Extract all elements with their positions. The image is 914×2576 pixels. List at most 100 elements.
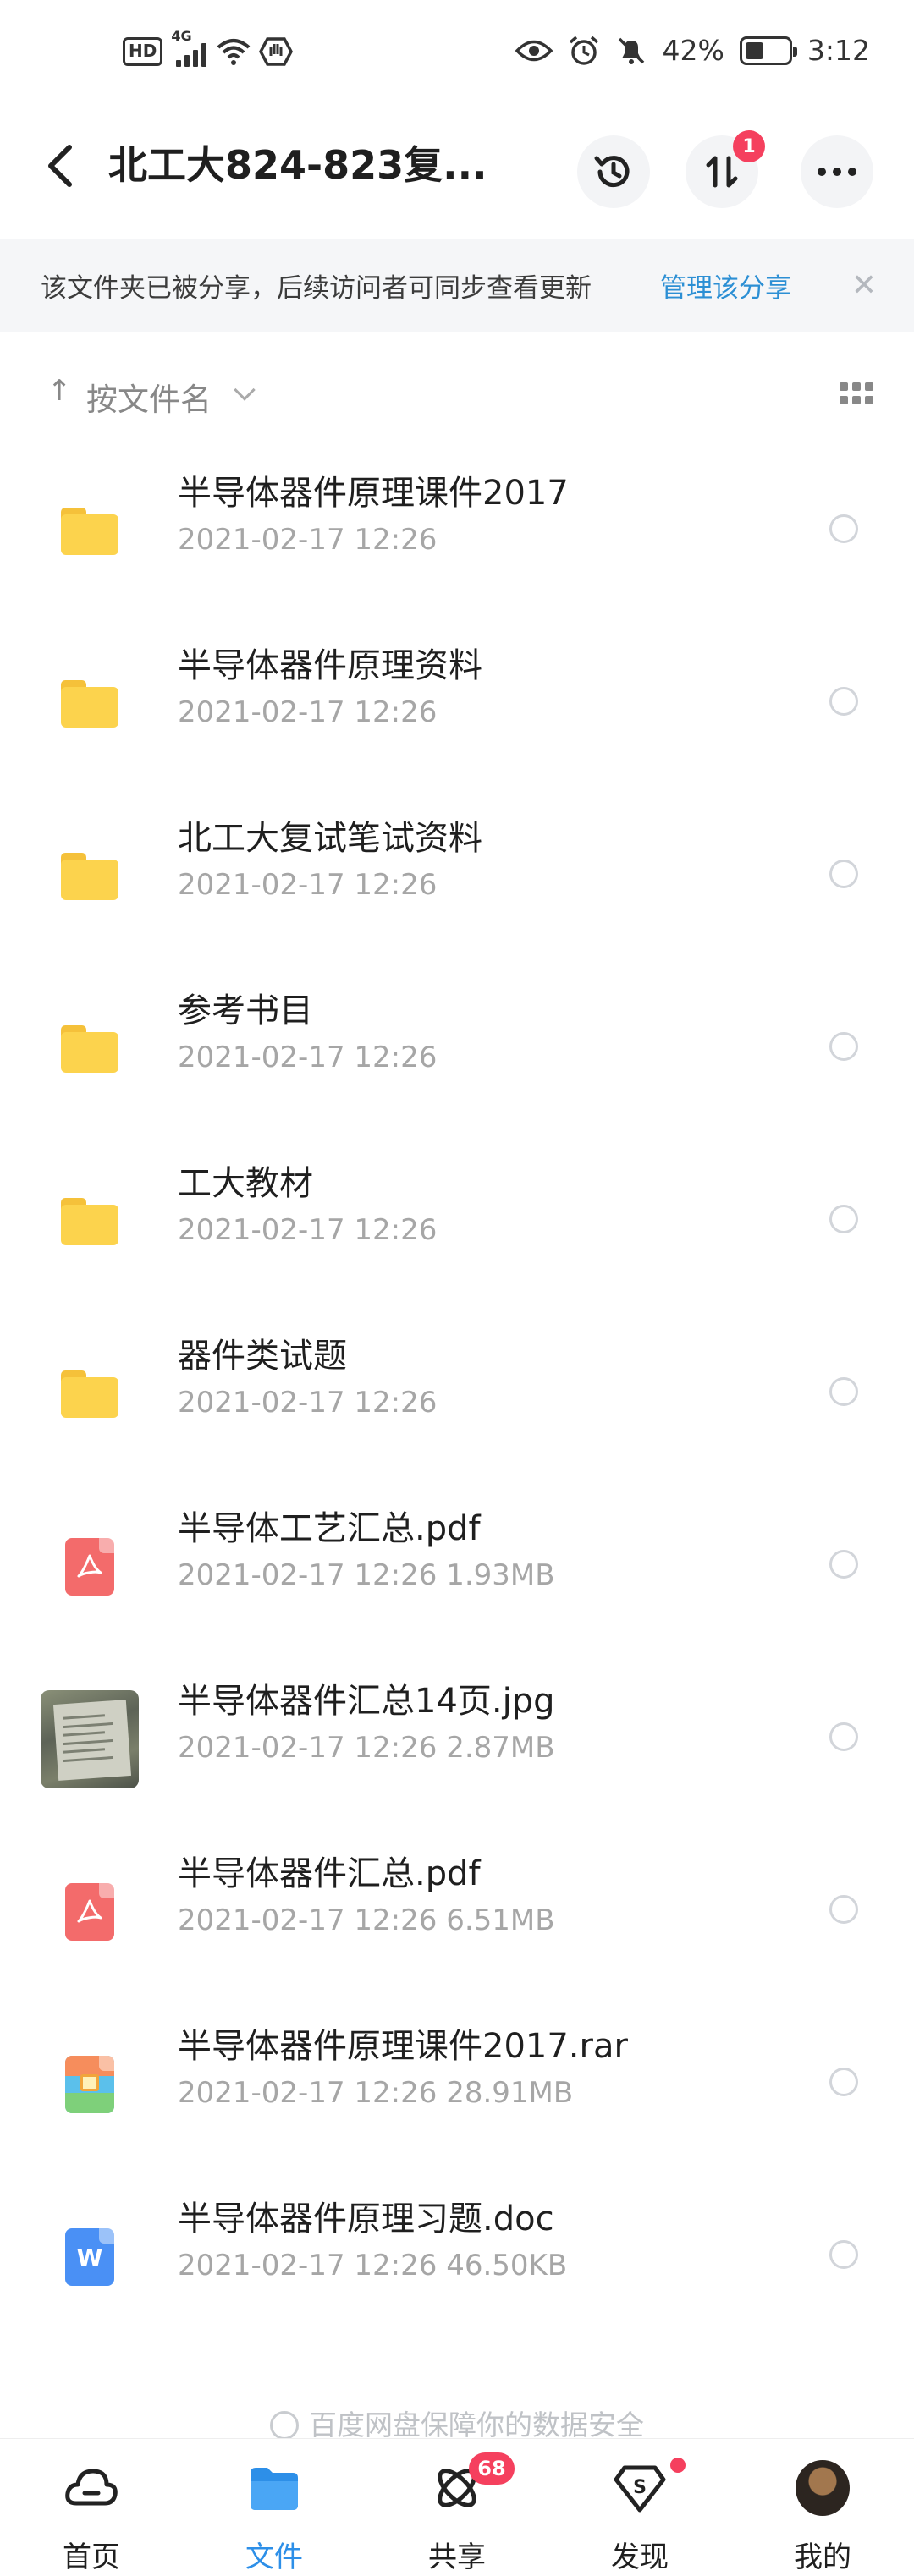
nav-share[interactable]: 68 共享 [366, 2439, 548, 2576]
list-item[interactable]: 半导体器件原理课件2017 2021-02-17 12:26 [0, 448, 914, 621]
nav-discover[interactable]: S 发现 [548, 2439, 731, 2576]
select-radio[interactable] [829, 1722, 858, 1751]
nav-discover-label: 发现 [611, 2540, 669, 2574]
clock: 3:12 [807, 34, 870, 67]
file-name: 半导体器件原理习题.doc [178, 2200, 554, 2238]
hd-indicator: HD [123, 37, 163, 66]
list-item[interactable]: W 半导体器件原理习题.doc 2021-02-17 12:26 46.50KB [0, 2174, 914, 2347]
hand-gesture-icon [259, 37, 294, 66]
folder-icon [41, 827, 139, 925]
transfer-badge: 1 [733, 130, 765, 162]
battery-icon [739, 36, 797, 65]
list-item[interactable]: 北工大复试笔试资料 2021-02-17 12:26 [0, 794, 914, 966]
sort-arrow-icon: ↑ [47, 374, 72, 408]
network-type: 4G [171, 28, 192, 44]
discover-dot [670, 2458, 686, 2473]
grid-view-icon[interactable] [840, 382, 873, 404]
sort-bar: ↑ 按文件名 [0, 364, 914, 425]
file-meta: 2021-02-17 12:26 [178, 1386, 438, 1420]
file-name: 半导体器件原理课件2017 [178, 474, 569, 513]
list-item[interactable]: 半导体工艺汇总.pdf 2021-02-17 12:26 1.93MB [0, 1484, 914, 1656]
select-radio[interactable] [829, 1377, 858, 1406]
list-item[interactable]: 半导体器件汇总.pdf 2021-02-17 12:26 6.51MB [0, 1829, 914, 2002]
close-notice-icon[interactable]: ✕ [851, 268, 877, 303]
list-item[interactable]: 器件类试题 2021-02-17 12:26 [0, 1311, 914, 1484]
eye-comfort-icon [515, 40, 553, 61]
status-left: HD 4G [123, 28, 294, 68]
file-name: 半导体器件汇总14页.jpg [178, 1682, 555, 1721]
select-radio[interactable] [829, 2240, 858, 2269]
folder-icon [41, 1345, 139, 1443]
history-button[interactable] [577, 135, 650, 208]
word-doc-icon: W [41, 2208, 139, 2306]
select-radio[interactable] [829, 1032, 858, 1061]
cloud-home-icon [64, 2461, 118, 2515]
file-meta: 2021-02-17 12:26 [178, 868, 438, 902]
discover-glyph: S [633, 2477, 647, 2498]
chevron-down-icon[interactable] [234, 379, 256, 401]
list-item[interactable]: 工大教材 2021-02-17 12:26 [0, 1139, 914, 1311]
security-note: 百度网盘保障你的数据安全 [0, 2403, 914, 2443]
shield-icon [270, 2411, 299, 2440]
mute-bell-icon [618, 37, 644, 64]
file-meta: 2021-02-17 12:26 2.87MB [178, 1731, 555, 1765]
rar-archive-icon [41, 2035, 139, 2134]
nav-share-label: 共享 [428, 2540, 486, 2574]
list-item[interactable]: 参考书目 2021-02-17 12:26 [0, 966, 914, 1139]
folder-icon [41, 1000, 139, 1098]
status-bar: HD 4G 42% 3:12 [0, 0, 914, 110]
folder-icon [247, 2461, 301, 2515]
more-button[interactable] [801, 135, 873, 208]
page-title: 北工大824-823复... [108, 142, 487, 188]
battery-percent: 42% [662, 34, 724, 67]
share-notice-text: 该文件夹已被分享，后续访问者可同步查看更新 [41, 272, 592, 304]
select-radio[interactable] [829, 1205, 858, 1233]
file-name: 北工大复试笔试资料 [178, 819, 482, 858]
file-meta: 2021-02-17 12:26 [178, 1213, 438, 1247]
list-item[interactable]: 半导体器件原理课件2017.rar 2021-02-17 12:26 28.91M… [0, 2002, 914, 2174]
share-notice-bar: 该文件夹已被分享，后续访问者可同步查看更新 管理该分享 ✕ [0, 239, 914, 332]
select-radio[interactable] [829, 2068, 858, 2096]
bottom-nav: 首页 文件 68 共享 S 发现 我的 [0, 2438, 914, 2576]
select-radio[interactable] [829, 860, 858, 888]
folder-icon [41, 655, 139, 753]
nav-files[interactable]: 文件 [183, 2439, 366, 2576]
transfer-button[interactable]: 1 [686, 130, 765, 208]
history-icon [594, 156, 630, 188]
wifi-icon [217, 39, 251, 65]
manage-share-link[interactable]: 管理该分享 [660, 266, 791, 305]
file-name: 工大教材 [178, 1164, 313, 1203]
back-icon[interactable] [42, 142, 80, 189]
cellular-signal-icon: 4G [171, 28, 208, 67]
select-radio[interactable] [829, 687, 858, 716]
select-radio[interactable] [829, 1550, 858, 1579]
security-note-text: 百度网盘保障你的数据安全 [309, 2408, 644, 2441]
list-item[interactable]: 半导体器件原理资料 2021-02-17 12:26 [0, 621, 914, 794]
file-meta: 2021-02-17 12:26 28.91MB [178, 2076, 574, 2110]
file-name: 参考书目 [178, 991, 313, 1030]
more-icon [818, 168, 856, 176]
file-meta: 2021-02-17 12:26 6.51MB [178, 1903, 555, 1937]
alarm-icon [569, 36, 598, 65]
image-thumbnail [41, 1690, 139, 1788]
header: 北工大824-823复... 1 [0, 110, 914, 220]
folder-icon [41, 482, 139, 580]
select-radio[interactable] [829, 514, 858, 543]
pdf-icon [41, 1863, 139, 1961]
pdf-icon [41, 1518, 139, 1616]
nav-home-label: 首页 [63, 2540, 120, 2574]
nav-me[interactable]: 我的 [731, 2439, 914, 2576]
file-meta: 2021-02-17 12:26 [178, 695, 438, 729]
file-meta: 2021-02-17 12:26 [178, 523, 438, 557]
file-name: 半导体器件原理资料 [178, 646, 482, 685]
file-name: 器件类试题 [178, 1337, 347, 1376]
file-meta: 2021-02-17 12:26 [178, 1041, 438, 1074]
nav-home[interactable]: 首页 [0, 2439, 183, 2576]
file-name: 半导体器件汇总.pdf [178, 1854, 481, 1893]
avatar [796, 2460, 850, 2516]
list-item[interactable]: 半导体器件汇总14页.jpg 2021-02-17 12:26 2.87MB [0, 1656, 914, 1829]
nav-files-label: 文件 [245, 2540, 303, 2574]
file-meta: 2021-02-17 12:26 1.93MB [178, 1558, 555, 1592]
sort-dropdown[interactable]: 按文件名 [86, 374, 212, 420]
select-radio[interactable] [829, 1895, 858, 1924]
